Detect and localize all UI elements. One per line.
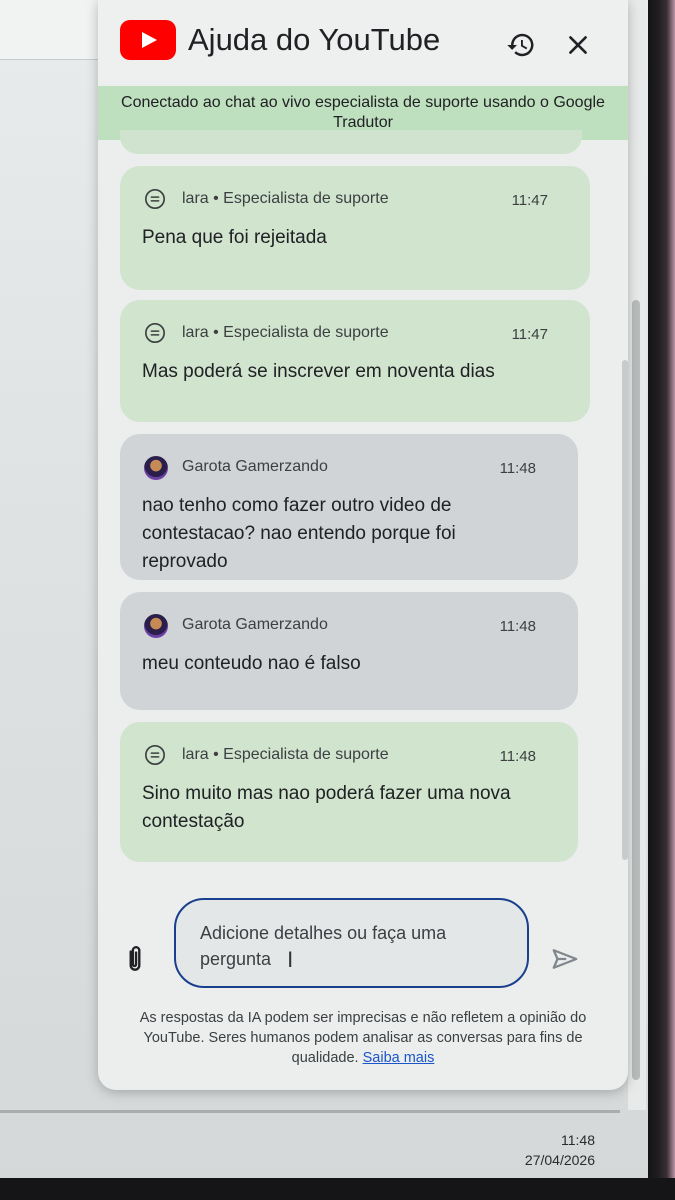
history-icon [507,33,534,57]
message-text: Pena que foi rejeitada [142,227,327,248]
support-agent-icon [145,745,165,765]
message-sender: Garota Gamerzando [182,616,328,633]
taskbar-time: 11:48 [561,1132,595,1148]
send-icon [552,949,578,969]
chat-message: lara • Especialista de suporte 11:47 Mas… [120,300,590,422]
monitor-bezel-bottom [0,1178,675,1200]
history-button[interactable] [504,28,538,62]
message-time: 11:47 [511,192,548,209]
send-button[interactable] [550,944,580,974]
support-agent-icon [145,323,165,343]
background-scrollbar-thumb[interactable] [632,300,640,1080]
help-panel: Ajuda do YouTube Conectado ao chat ao vi… [98,0,628,1090]
message-text: meu conteudo nao é falso [142,653,361,674]
chat-message: Garota Gamerzando 11:48 meu conteudo nao… [120,592,578,710]
user-avatar [144,456,168,480]
message-time: 11:48 [499,460,536,477]
chat-message: Garota Gamerzando 11:48 nao tenho como f… [120,434,578,580]
message-time: 11:48 [499,748,536,765]
learn-more-link[interactable]: Saiba mais [363,1050,435,1066]
previous-message-tail [120,130,582,154]
monitor-bezel [648,0,675,1200]
chat-messages: lara • Especialista de suporte 11:47 Pen… [98,130,628,870]
message-text: Mas poderá se inscrever em noventa dias [142,361,495,382]
message-text: Sino muito mas nao poderá fazer uma nova… [142,783,511,832]
background-toolbar [0,0,100,60]
ai-disclaimer: As respostas da IA podem ser imprecisas … [98,1008,628,1068]
taskbar-clock[interactable]: 11:48 27/04/2026 [525,1130,595,1170]
taskbar-date: 27/04/2026 [524,1152,595,1168]
close-icon [569,36,587,54]
chat-scrollbar[interactable] [622,360,628,860]
message-time: 11:48 [499,618,536,635]
panel-title: Ajuda do YouTube [188,22,441,57]
attach-button[interactable] [122,944,148,974]
support-agent-icon [145,189,165,209]
message-time: 11:47 [511,326,548,343]
message-sender: lara • Especialista de suporte [182,324,389,341]
close-button[interactable] [561,28,595,62]
message-input[interactable]: Adicione detalhes ou faça uma pergunta I [174,898,529,988]
panel-header: Ajuda do YouTube [98,0,628,84]
message-sender: Garota Gamerzando [182,458,328,475]
composer: Adicione detalhes ou faça uma pergunta I … [98,880,628,1090]
message-sender: lara • Especialista de suporte [182,746,389,763]
user-avatar [144,614,168,638]
message-input-placeholder: Adicione detalhes ou faça uma pergunta [200,923,447,969]
chat-message: lara • Especialista de suporte 11:48 Sin… [120,722,578,862]
paperclip-icon [129,946,141,971]
message-sender: lara • Especialista de suporte [182,190,389,207]
youtube-logo-icon [120,20,176,60]
message-text: nao tenho como fazer outro video de cont… [142,495,456,572]
text-cursor-icon: I [287,947,294,972]
background-divider [0,1110,620,1113]
chat-message: lara • Especialista de suporte 11:47 Pen… [120,166,590,290]
